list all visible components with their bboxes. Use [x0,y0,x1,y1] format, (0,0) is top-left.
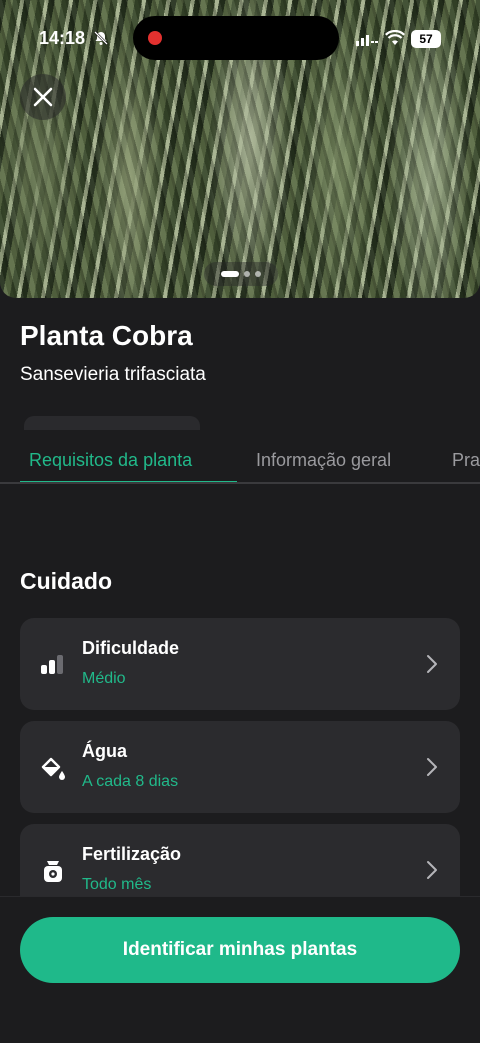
care-section-title: Cuidado [20,568,112,594]
chevron-right-icon [427,655,437,673]
status-time: 14:18 [39,28,86,48]
care-card-value: Médio [82,670,126,687]
care-card-value: A cada 8 dias [82,773,179,790]
care-card-water[interactable]: Água A cada 8 dias [20,721,460,813]
close-icon [33,87,53,107]
status-bar: 14:18 57 [0,0,480,78]
identify-plants-button[interactable]: Identificar minhas plantas [20,917,460,983]
plant-scientific-name: Sansevieria trifasciata [20,364,206,385]
carousel-dot[interactable] [255,271,261,277]
dynamic-island [133,16,339,60]
care-card-difficulty[interactable]: Dificuldade Médio [20,618,460,710]
chevron-right-icon [427,758,437,776]
care-card-label: Água [82,741,127,761]
active-tab-indicator [20,481,237,482]
carousel-dot[interactable] [244,271,250,277]
care-card-value: Todo mês [82,876,152,893]
care-card-label: Dificuldade [82,638,180,658]
carousel-dot-active[interactable] [221,271,239,277]
fertilizer-bag-icon [44,861,62,882]
image-carousel-indicator[interactable] [204,262,278,286]
tab-general-info[interactable]: Informação geral [256,450,391,471]
care-card-label: Fertilização [82,844,182,864]
chevron-right-icon [427,861,437,879]
plant-name: Planta Cobra [20,320,193,351]
partially-hidden-chip [24,416,200,430]
wifi-icon [385,30,405,45]
bottom-action-bar: Identificar minhas plantas [0,896,480,1043]
close-button[interactable] [20,74,66,120]
tab-bar: Requisitos da planta Informação geral Pr… [0,440,480,484]
tab-plant-requirements[interactable]: Requisitos da planta [29,450,192,471]
water-can-icon [41,757,65,780]
recording-indicator-icon [148,31,162,45]
battery-icon: 57 [411,30,441,48]
tab-partial[interactable]: Pra [452,450,480,471]
difficulty-bars-icon [41,655,63,674]
cellular-signal-icon [356,35,378,46]
bell-muted-icon [94,31,108,45]
